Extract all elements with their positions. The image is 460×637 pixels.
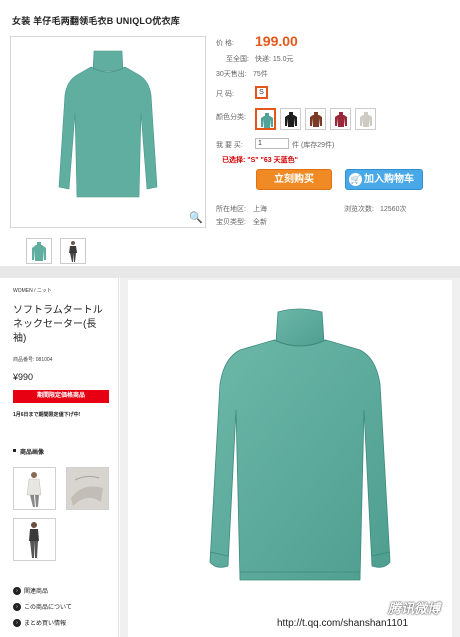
product-number-value: 081004 (35, 357, 53, 363)
product-large-image[interactable] (128, 280, 452, 637)
color-swatch-5[interactable] (355, 108, 376, 130)
sale-note: 1月6日まで期間限定値下げ中! (13, 412, 81, 418)
quantity-input[interactable] (255, 138, 289, 149)
bulk-buy-link[interactable]: › まとめ買い情報 (13, 619, 66, 629)
breadcrumb[interactable]: WOMEN / ニット (13, 287, 52, 294)
sweater-large-image (209, 308, 391, 581)
screenshot-page: 女装 羊仔毛两翻领毛衣B UNIQLO优衣库 🔍 价 格: 199.00 至全国… (0, 0, 460, 637)
color-swatch-1[interactable] (255, 108, 276, 130)
fabric-detail-thumb (67, 468, 108, 509)
arrow-circle-icon: › (13, 587, 21, 596)
size-label: 尺 码: (216, 91, 234, 98)
views-value: 12560次 (380, 206, 407, 213)
bullet-icon (13, 449, 16, 452)
sold-label: 30天售出: (216, 71, 247, 78)
views-label: 浏览次数: (344, 206, 374, 213)
product-thumbnail-3[interactable] (13, 518, 56, 561)
uniqlo-product-sidebar: WOMEN / ニット ソフトラムタートルネックセーター(長袖) 商品番号: 0… (2, 278, 119, 637)
product-name: ソフトラムタートルネックセーター(長袖) (13, 305, 103, 344)
type-value: 全新 (253, 219, 267, 226)
product-title: 女装 羊仔毛两翻领毛衣B UNIQLO优衣库 (12, 16, 180, 26)
model-thumb (69, 241, 77, 262)
price-label: 价 格: (216, 40, 234, 47)
buy-now-button[interactable]: 立刻购买 (256, 169, 332, 190)
arrow-circle-icon: › (13, 619, 21, 628)
sold-value: 75件 (253, 71, 268, 78)
about-product-link[interactable]: › この商品について (13, 603, 72, 613)
shipping-value: 快递: 15.0元 (255, 56, 294, 63)
about-product-label: この商品について (24, 605, 72, 611)
selected-options: 已选择: "S" "63 天蓝色" (222, 157, 298, 164)
images-heading: 商品画像 (20, 450, 45, 456)
thumbnail-teal[interactable] (26, 238, 52, 264)
add-to-cart-button[interactable]: 🛒 加入购物车 (345, 169, 423, 190)
section-divider (0, 266, 460, 278)
model-front-thumb (26, 472, 42, 507)
sweater-thumb (32, 242, 46, 261)
product-price: ¥990 (13, 372, 34, 382)
size-option-s[interactable]: S (255, 86, 268, 99)
product-thumbnail-1[interactable] (13, 467, 56, 510)
color-swatch-3[interactable] (305, 108, 326, 130)
sweater-image (58, 50, 158, 198)
stock-info: 件 (库存29件) (292, 142, 335, 149)
price-value: 199.00 (255, 33, 298, 49)
related-products-link[interactable]: › 関連商品 (13, 587, 48, 597)
zoom-icon[interactable]: 🔍 (189, 211, 203, 225)
product-number-label: 商品番号: (13, 357, 35, 363)
product-main-image[interactable]: 🔍 (10, 36, 206, 228)
uniqlo-image-area (120, 278, 460, 637)
color-swatch-2[interactable] (280, 108, 301, 130)
related-products-label: 関連商品 (24, 589, 49, 595)
cart-icon: 🛒 (349, 173, 362, 186)
arrow-circle-icon: › (13, 603, 21, 612)
product-thumbnail-2[interactable] (66, 467, 109, 510)
color-label: 颜色分类: (216, 114, 246, 121)
watermark-logo: 腾讯微博 (388, 601, 441, 616)
type-label: 宝贝类型: (216, 219, 246, 226)
add-to-cart-label: 加入购物车 (364, 174, 414, 185)
thumbnail-model[interactable] (60, 238, 86, 264)
quantity-label: 我 要 买: (216, 142, 243, 149)
bulk-buy-label: まとめ買い情報 (24, 621, 67, 627)
limited-price-badge: 期間限定価格商品 (13, 390, 109, 403)
color-swatch-4[interactable] (330, 108, 351, 130)
location-value: 上海 (253, 206, 267, 213)
product-number: 商品番号: 081004 (13, 356, 52, 363)
shipping-label: 至全国: (226, 56, 249, 63)
taobao-product-panel: 女装 羊仔毛两翻领毛衣B UNIQLO优衣库 🔍 价 格: 199.00 至全国… (0, 0, 460, 270)
model-full-thumb (29, 522, 39, 558)
watermark-url: http://t.qq.com/shanshan1101 (277, 618, 409, 629)
location-label: 所在地区: (216, 206, 246, 213)
